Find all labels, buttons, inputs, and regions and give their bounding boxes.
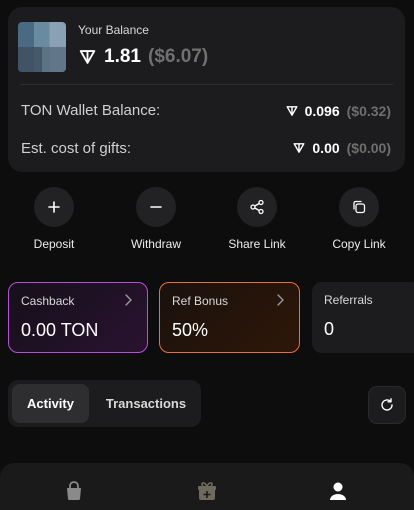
chevron-right-icon [277,294,284,306]
copy-link-button[interactable]: Copy Link [319,187,399,251]
tab-activity[interactable]: Activity [12,384,89,423]
ton-icon [286,106,298,116]
withdraw-circle[interactable] [136,187,176,227]
referrals-title: Referrals [324,293,373,307]
wallet-balance-label: TON Wallet Balance: [21,102,161,119]
copy-link-label: Copy Link [332,237,386,251]
deposit-circle[interactable] [34,187,74,227]
gifts-usd: ($0.00) [346,140,391,156]
refresh-icon [381,398,393,411]
cashback-value: 0.00 TON [21,320,99,340]
avatar [18,22,66,72]
share-link-label: Share Link [228,237,286,251]
balance-card: Your Balance 1.81 ($6.07) TON Wallet Bal… [8,7,405,172]
deposit-button[interactable]: Deposit [14,187,94,251]
gifts-cost-label: Est. cost of gifts: [21,140,132,157]
wallet-amount: 0.096 [304,103,340,119]
copy-icon [353,200,366,214]
cashback-title: Cashback [21,294,75,308]
chevron-right-icon [125,294,132,306]
ref-bonus-value: 50% [172,320,209,340]
profile-icon [330,482,346,500]
balance-amount: 1.81 [104,46,141,67]
referrals-card[interactable]: Referrals 0 [312,282,414,353]
share-link-button[interactable]: Share Link [217,187,297,251]
ton-icon [293,143,305,153]
balance-usd: ($6.07) [148,46,209,67]
gift-icon [198,482,216,500]
nav-gifts[interactable] [195,479,219,503]
ref-bonus-title: Ref Bonus [172,294,229,308]
referrals-value: 0 [324,319,335,339]
copy-link-circle[interactable] [339,187,379,227]
withdraw-label: Withdraw [130,237,181,251]
share-link-circle[interactable] [237,187,277,227]
activity-tabs: Activity Transactions [8,380,201,427]
ref-bonus-card[interactable]: Ref Bonus 50% [159,282,300,353]
minus-icon [150,206,162,208]
wallet-usd: ($0.32) [346,103,391,119]
gifts-amount: 0.00 [312,140,340,156]
nav-shop[interactable] [62,479,86,503]
your-balance-label: Your Balance [78,23,149,37]
plus-icon [48,201,60,213]
bottom-nav [0,463,414,510]
wallet-balance-value: 0.096 ($0.32) [286,103,391,119]
share-icon [250,199,264,215]
nav-profile[interactable] [326,479,350,503]
refresh-button[interactable] [368,386,406,424]
divider [20,84,393,85]
gifts-cost-value: 0.00 ($0.00) [293,140,391,156]
ton-icon [79,50,96,64]
bag-icon [67,481,81,501]
deposit-label: Deposit [33,237,75,251]
cashback-card[interactable]: Cashback 0.00 TON [8,282,148,353]
tab-transactions[interactable]: Transactions [96,384,196,423]
withdraw-button[interactable]: Withdraw [116,187,196,251]
